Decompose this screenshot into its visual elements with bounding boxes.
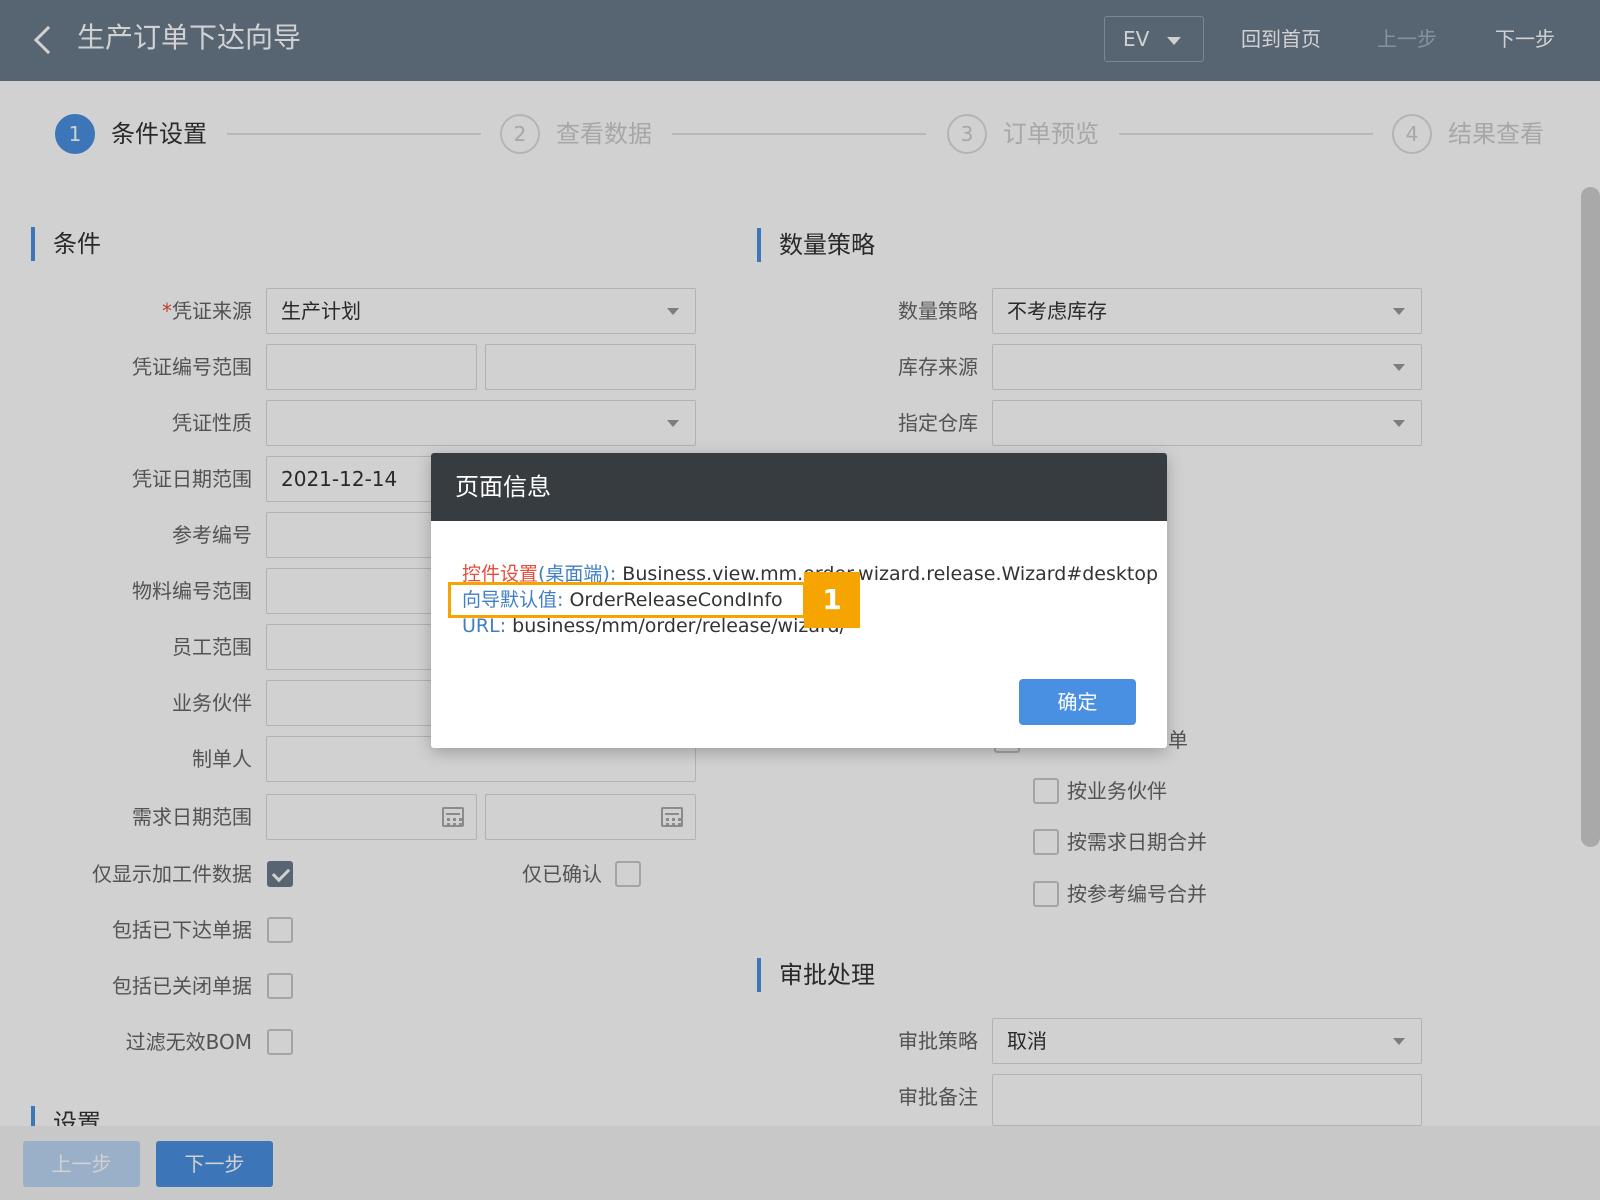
- url-value: business/mm/order/release/wizard/: [512, 615, 846, 637]
- annotation-badge: 1: [804, 572, 860, 628]
- url-key: URL: [462, 615, 500, 637]
- annotation-highlight-box: [448, 582, 806, 618]
- confirm-button[interactable]: 确定: [1019, 679, 1136, 725]
- dialog-title: 页面信息: [431, 453, 1167, 521]
